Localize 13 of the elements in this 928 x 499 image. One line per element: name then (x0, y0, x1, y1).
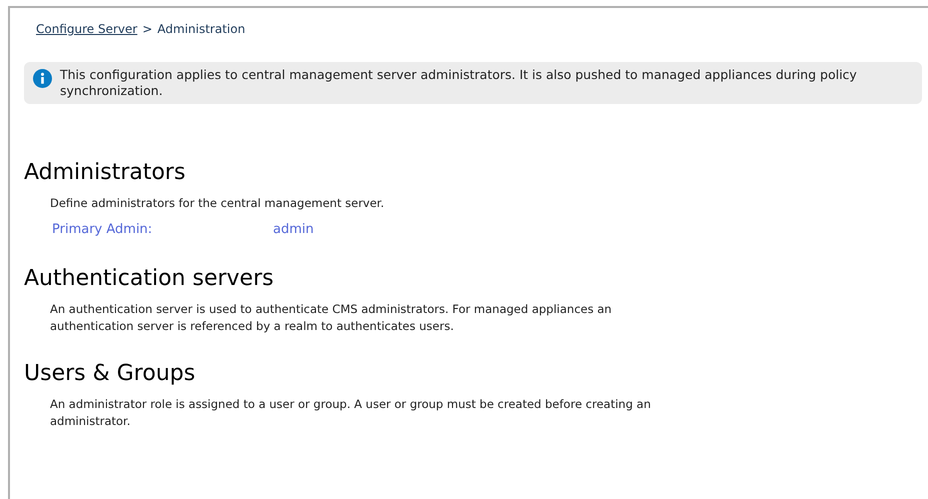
section-description: Define administrators for the central management server. (50, 195, 386, 212)
section-description: An administrator role is assigned to a user or group. A user or group must be created before creating an administrator. (50, 396, 652, 430)
field-label: Primary Admin: (52, 221, 154, 239)
section-description: An authentication server is used to authenticate CMS administrators. For managed appliances an authentication server is referenced by a realm to authenticates users. (50, 300, 613, 334)
section-heading: Authentication servers (24, 266, 275, 292)
section-heading: Administrators (24, 160, 186, 186)
info-icon (33, 69, 52, 88)
breadcrumb-separator: > (142, 21, 152, 38)
breadcrumb-current: Administration (157, 21, 246, 38)
breadcrumb-link[interactable]: Configure Server (36, 20, 138, 38)
section-heading: Users & Groups (24, 360, 196, 386)
info-message: This configuration applies to central management server administrators. It is also pushed to managed appliances during policy synchronization. (60, 67, 858, 99)
field-value: admin (273, 221, 314, 239)
